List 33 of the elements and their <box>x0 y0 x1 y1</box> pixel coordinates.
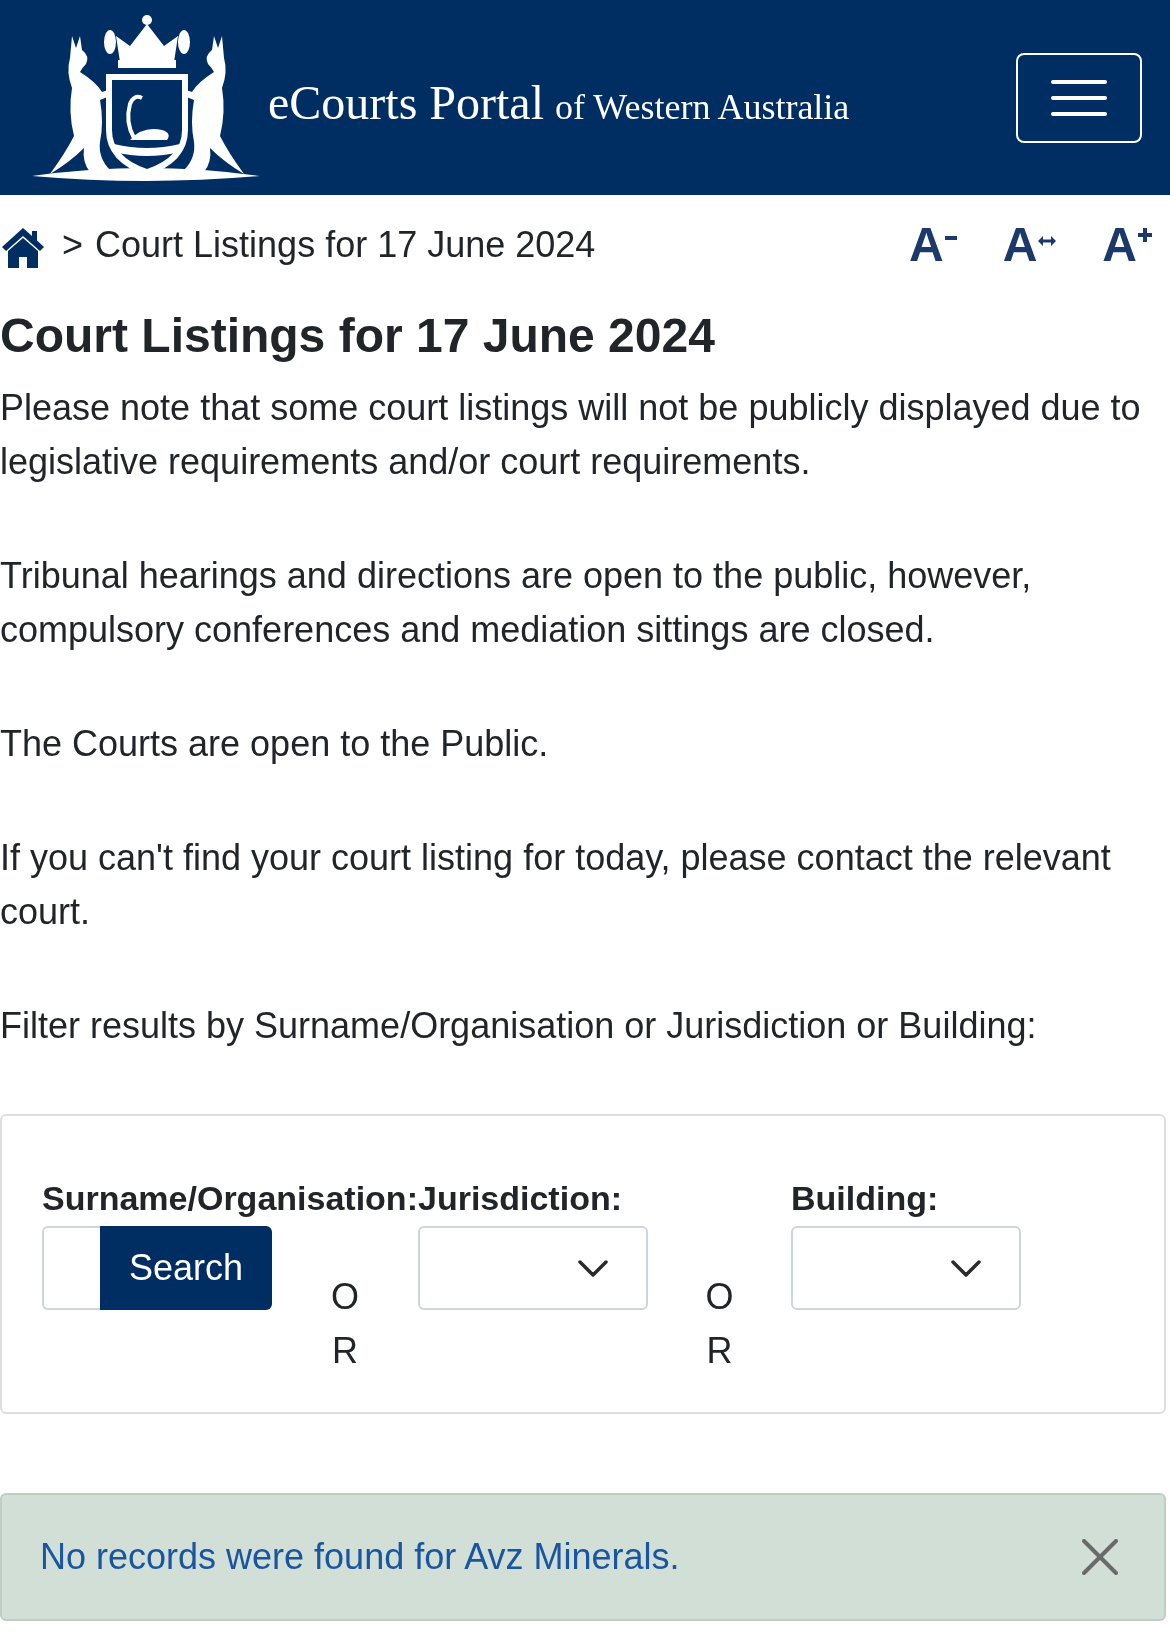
site-subtitle: of Western Australia <box>555 88 850 128</box>
or-separator: OR <box>705 1275 734 1373</box>
menu-button[interactable] <box>1016 52 1142 143</box>
text-size-button[interactable]: A <box>909 222 957 268</box>
field-label: Building: <box>791 1180 940 1216</box>
home-icon[interactable] <box>1 227 45 269</box>
body-paragraph: The Courts are open to the Public. <box>0 722 550 766</box>
field-label: Jurisdiction: <box>417 1180 623 1216</box>
search-button[interactable]: Search <box>100 1226 272 1310</box>
text-size-button[interactable]: A <box>1002 222 1057 268</box>
text-size-button[interactable]: A <box>1102 222 1152 268</box>
site-title: eCourts Portal <box>268 77 544 130</box>
close-button[interactable] <box>1082 1539 1118 1575</box>
dropdown-field[interactable] <box>791 1226 1021 1310</box>
page-heading: Court Listings for 17 June 2024 <box>0 309 716 362</box>
plus-icon <box>1138 228 1152 242</box>
body-paragraph: If you can't find your court listing for today, please contact the relevant court. <box>0 836 1112 934</box>
body-paragraph: Tribunal hearings and directions are open to the public, however, compulsory conferences and mediation sittings are closed. <box>0 554 1033 652</box>
field-label: Surname/Organisation: <box>42 1180 418 1216</box>
breadcrumb-separator: > <box>62 223 84 267</box>
menu-icon <box>1051 78 1107 117</box>
alert-message: No records were found for Avz Minerals. <box>40 1535 680 1579</box>
or-separator: OR <box>330 1275 360 1373</box>
body-paragraph: Please note that some court listings will not be publicly displayed due to legislative requirements and/or court requirements. <box>0 386 1142 484</box>
dropdown-field[interactable] <box>417 1226 648 1310</box>
chevron-down-icon <box>951 1259 981 1277</box>
chevron-down-icon <box>577 1259 608 1277</box>
body-paragraph: Filter results by Surname/Organisation or Jurisdiction or Building: <box>0 1004 1038 1048</box>
double-arrow-icon <box>1038 236 1057 246</box>
close-icon <box>1082 1539 1118 1575</box>
breadcrumb-current-page: Court Listings for 17 June 2024 <box>95 223 596 267</box>
minus-icon <box>944 236 957 240</box>
search-field[interactable] <box>42 1226 100 1310</box>
